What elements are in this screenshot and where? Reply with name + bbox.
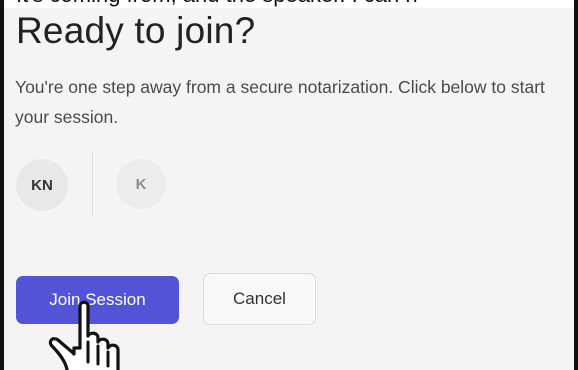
avatar: KN [16,159,68,211]
avatar-initials: K [135,175,147,193]
avatar-initials: KN [31,176,53,194]
avatar-divider [92,153,93,217]
page-title: Ready to join? [16,10,256,51]
caption-strip: It's coming from, and the speaker. I can… [4,0,574,8]
hand-pointer-icon [48,300,120,370]
video-frame: It's coming from, and the speaker. I can… [0,0,578,370]
page-subtitle: You're one step away from a secure notar… [15,77,545,127]
cancel-label: Cancel [233,289,286,308]
cancel-button[interactable]: Cancel [203,273,316,325]
avatar: K [116,159,166,209]
